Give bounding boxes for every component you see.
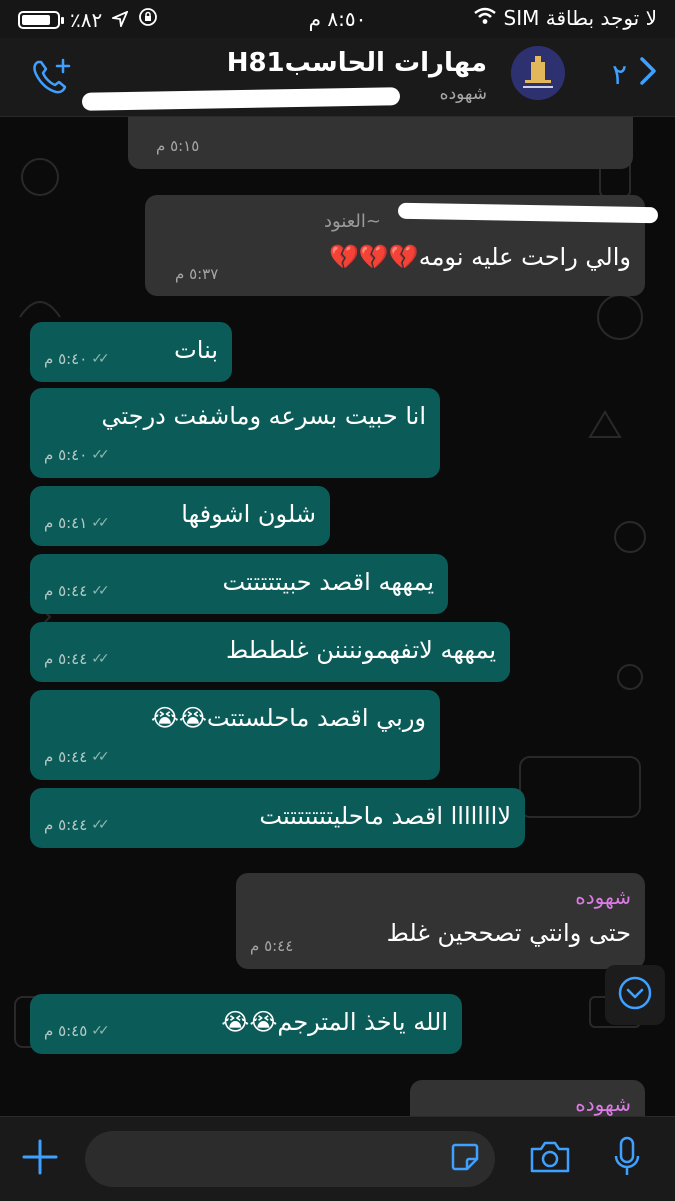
message-time: ✓✓ ٥:٤٥ م [44,1022,110,1040]
read-ticks-icon: ✓✓ [91,1023,110,1039]
attach-button[interactable] [18,1137,62,1181]
scroll-down-icon [617,975,653,1015]
back-button[interactable]: ٢ [612,56,657,93]
message-time: ✓✓ ٥:٤٤ م [44,816,110,834]
time-label: ٥:٤٤ م [250,937,294,955]
read-ticks-icon: ✓✓ [91,749,110,765]
time-label: ٥:٤٤ م [44,748,88,766]
message-time: ✓✓ ٥:٤١ م [44,514,110,532]
time-label: ٥:٣٧ م [175,265,219,283]
group-avatar[interactable] [511,46,565,100]
message-time: ٥:٤٤ م [250,937,293,955]
location-icon [109,8,129,32]
time-label: ٥:٤٤ م [44,650,88,668]
sticker-icon [450,1142,480,1176]
message-input[interactable] [85,1131,495,1187]
message-composer [0,1116,675,1201]
message-text: يمههه اقصد حبيتتتتتت [222,568,434,596]
message-outgoing[interactable]: بنات ✓✓ ٥:٤٠ م [30,322,232,382]
message-time: ٥:٣٧ م [175,265,218,283]
message-outgoing[interactable]: الله ياخذ المترجم😭😭 ✓✓ ٥:٤٥ م [30,994,462,1054]
time-label: ٥:٤٥ م [44,1022,88,1040]
chat-subtitle[interactable]: شهوده [440,84,487,104]
microphone-icon [612,1135,642,1183]
plus-icon [21,1138,59,1180]
chat-area[interactable]: ٥:١٥ م ~العنود والي راحت عليه نومه💔💔💔 ٥:… [0,117,675,1116]
message-time: ✓✓ ٥:٤٠ م [44,350,110,368]
message-outgoing[interactable]: لاااااااا اقصد ماحليتتتتتتتت ✓✓ ٥:٤٤ م [30,788,525,848]
time-label: ٥:١٥ م [156,137,200,155]
time-label: ٥:٤١ م [44,514,88,532]
message-time: ٥:١٥ م [156,137,199,155]
time-label: ٥:٤٠ م [44,350,88,368]
read-ticks-icon: ✓✓ [91,447,110,463]
message-text: الله ياخذ المترجم😭😭 [221,1008,448,1036]
back-chevron-icon [639,56,657,93]
time-label: ٥:٤٠ م [44,446,88,464]
message-text: والي راحت عليه نومه💔💔💔 [329,243,631,271]
battery-icon [18,10,64,29]
message-text: وربي اقصد ماحلستتت😭😭 [150,704,426,732]
sender-name: ~العنود [324,211,381,232]
read-ticks-icon: ✓✓ [91,351,110,367]
message-text: يمههه لاتفهموننننن غلططط [226,636,496,664]
voice-message-button[interactable] [605,1135,649,1183]
sender-name: شهوده [575,1092,631,1116]
message-outgoing[interactable]: وربي اقصد ماحلستتت😭😭 ✓✓ ٥:٤٤ م [30,690,440,780]
message-time: ✓✓ ٥:٤٤ م [44,748,110,766]
message-time: ✓✓ ٥:٤٠ م [44,446,110,464]
add-call-icon [30,58,76,102]
sender-name: شهوده [575,885,631,909]
read-ticks-icon: ✓✓ [91,583,110,599]
scroll-to-bottom-button[interactable] [605,965,665,1025]
read-ticks-icon: ✓✓ [91,515,110,531]
message-incoming[interactable]: شهوده [410,1080,645,1116]
sticker-button[interactable] [447,1141,483,1177]
unread-count: ٢ [611,58,627,91]
message-text: شلون اشوفها [181,500,316,528]
message-text: حتى وانتي تصححين غلط [386,919,631,947]
read-ticks-icon: ✓✓ [91,651,110,667]
read-ticks-icon: ✓✓ [91,817,110,833]
redaction-mark [81,87,401,111]
time-label: ٥:٤٤ م [44,582,88,600]
message-text: انا حبيت بسرعه وماشفت درجتي [101,402,426,430]
rotation-lock-icon [138,7,158,32]
message-outgoing[interactable]: شلون اشوفها ✓✓ ٥:٤١ م [30,486,330,546]
battery-percent: ٪٨٢ [70,7,103,32]
time-label: ٥:٤٤ م [44,816,88,834]
message-incoming[interactable]: ٥:١٥ م [128,117,633,169]
message-outgoing[interactable]: انا حبيت بسرعه وماشفت درجتي ✓✓ ٥:٤٠ م [30,388,440,478]
message-outgoing[interactable]: يمههه لاتفهموننننن غلططط ✓✓ ٥:٤٤ م [30,622,510,682]
chat-title[interactable]: مهارات الحاسبH81 [227,48,487,78]
chat-header: ٢ مهارات الحاسبH81 شهوده [0,38,675,117]
message-incoming[interactable]: شهوده حتى وانتي تصححين غلط ٥:٤٤ م [236,873,645,969]
status-bar: لا توجد بطاقة SIM ٨:٥٠ م ٪٨٢ [0,0,675,38]
camera-icon [528,1139,572,1179]
message-text: بنات [174,336,218,364]
message-outgoing[interactable]: يمههه اقصد حبيتتتتتت ✓✓ ٥:٤٤ م [30,554,448,614]
add-call-button[interactable] [30,56,76,102]
battery-group: ٪٨٢ [18,7,158,32]
message-time: ✓✓ ٥:٤٤ م [44,650,110,668]
message-time: ✓✓ ٥:٤٤ م [44,582,110,600]
camera-button[interactable] [525,1137,575,1181]
message-text: لاااااااا اقصد ماحليتتتتتتتت [259,802,511,830]
